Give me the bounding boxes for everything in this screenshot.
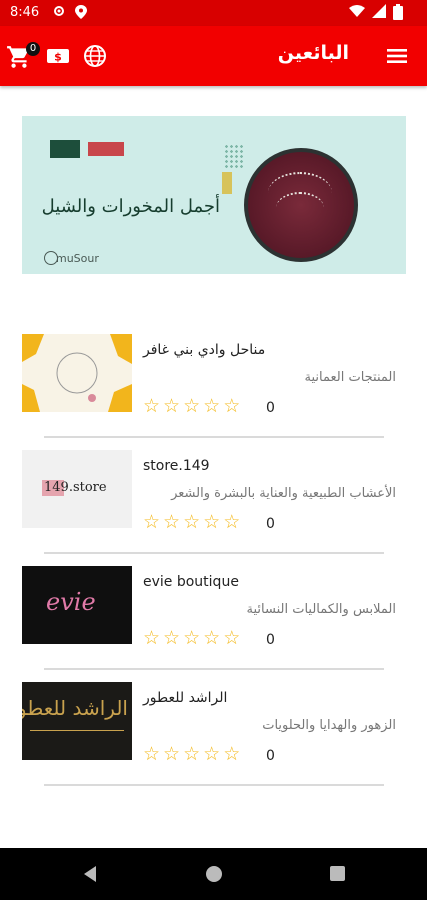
vendor-name: مناحل وادي بني غافر <box>143 342 266 358</box>
vendor-category: الملابس والكماليات النسائية <box>246 602 396 617</box>
banner-logo <box>50 140 80 158</box>
vendor-category: المنتجات العمانية <box>304 370 397 385</box>
rating-count: 0 <box>266 748 275 764</box>
svg-text:$: $ <box>54 51 62 64</box>
star-empty-icon: ☆ <box>143 511 161 533</box>
star-empty-icon: ☆ <box>183 743 201 765</box>
home-icon[interactable] <box>206 866 222 882</box>
back-icon[interactable] <box>84 866 96 882</box>
star-empty-icon: ☆ <box>163 743 181 765</box>
star-empty-icon: ☆ <box>143 743 161 765</box>
rating-count: 0 <box>266 516 275 532</box>
vendor-logo-image <box>22 334 132 412</box>
rating-stars: ☆ ☆ ☆ ☆ ☆ <box>143 744 243 764</box>
logo-text: الراشد للعطو <box>22 696 128 720</box>
logo-text: evie <box>46 588 96 616</box>
star-empty-icon: ☆ <box>163 395 181 417</box>
vendor-item[interactable]: الراشد للعطو الراشد للعطور الزهور والهدا… <box>22 668 406 786</box>
divider <box>44 784 384 786</box>
star-empty-icon: ☆ <box>183 395 201 417</box>
star-empty-icon: ☆ <box>223 627 241 649</box>
star-empty-icon: ☆ <box>223 395 241 417</box>
rating-count: 0 <box>266 400 275 416</box>
vendor-logo-image: 149.store <box>22 450 132 528</box>
app-bar: 0 $ البائعين <box>0 26 427 86</box>
vendor-category: الزهور والهدايا والحلويات <box>262 718 396 733</box>
status-bar: 8:46 <box>0 0 427 26</box>
rating-count: 0 <box>266 632 275 648</box>
currency-icon: $ <box>47 49 69 64</box>
banner-dots-decoration <box>224 144 244 168</box>
vendor-name: الراشد للعطور <box>143 690 228 706</box>
star-empty-icon: ☆ <box>163 627 181 649</box>
star-empty-icon: ☆ <box>223 511 241 533</box>
banner-accent-decoration <box>222 172 232 194</box>
currency-button[interactable]: $ <box>46 44 72 70</box>
hamburger-menu-icon <box>387 49 407 63</box>
banner-headline: أجمل المخورات والشيل <box>41 196 220 217</box>
battery-icon <box>393 4 403 20</box>
location-status-icon <box>75 5 87 19</box>
status-time: 8:46 <box>10 5 40 20</box>
star-empty-icon: ☆ <box>143 395 161 417</box>
menu-button[interactable] <box>385 44 411 70</box>
vendor-logo-image: evie <box>22 566 132 644</box>
language-button[interactable] <box>83 44 109 70</box>
logo-text: 149.store <box>44 480 107 495</box>
star-empty-icon: ☆ <box>163 511 181 533</box>
recent-apps-icon[interactable] <box>330 866 345 881</box>
rating-stars: ☆ ☆ ☆ ☆ ☆ <box>143 512 243 532</box>
star-empty-icon: ☆ <box>183 627 201 649</box>
vendor-name: store.149 <box>143 458 210 474</box>
cart-button[interactable]: 0 <box>6 42 40 70</box>
vendor-item[interactable]: مناحل وادي بني غافر المنتجات العمانية ☆ ☆… <box>22 320 406 438</box>
system-nav-bar <box>0 848 427 900</box>
wifi-icon <box>349 5 365 17</box>
promo-banner[interactable]: أجمل المخورات والشيل muSour <box>22 116 406 274</box>
star-empty-icon: ☆ <box>203 743 221 765</box>
banner-partner-logo <box>88 142 124 156</box>
logo-line <box>30 730 124 731</box>
rating-stars: ☆ ☆ ☆ ☆ ☆ <box>143 628 243 648</box>
star-empty-icon: ☆ <box>183 511 201 533</box>
cart-badge: 0 <box>26 42 40 56</box>
star-empty-icon: ☆ <box>203 511 221 533</box>
banner-brand: muSour <box>56 252 99 265</box>
signal-icon <box>372 4 386 18</box>
globe-icon <box>84 45 106 67</box>
vendor-category: الأعشاب الطبيعية والعناية بالبشرة والشعر <box>171 486 396 501</box>
vendor-item[interactable]: evie evie boutique الملابس والكماليات ال… <box>22 552 406 670</box>
rating-stars: ☆ ☆ ☆ ☆ ☆ <box>143 396 243 416</box>
vendor-logo-image: الراشد للعطو <box>22 682 132 760</box>
page-title: البائعين <box>277 42 349 64</box>
star-empty-icon: ☆ <box>203 395 221 417</box>
star-empty-icon: ☆ <box>223 743 241 765</box>
banner-product-photo <box>244 148 358 262</box>
vendor-item[interactable]: 149.store store.149 الأعشاب الطبيعية وال… <box>22 436 406 554</box>
settings-status-icon <box>54 6 64 16</box>
star-empty-icon: ☆ <box>203 627 221 649</box>
honeycomb-logo-icon <box>22 334 132 412</box>
star-empty-icon: ☆ <box>143 627 161 649</box>
vendor-name: evie boutique <box>143 574 239 590</box>
